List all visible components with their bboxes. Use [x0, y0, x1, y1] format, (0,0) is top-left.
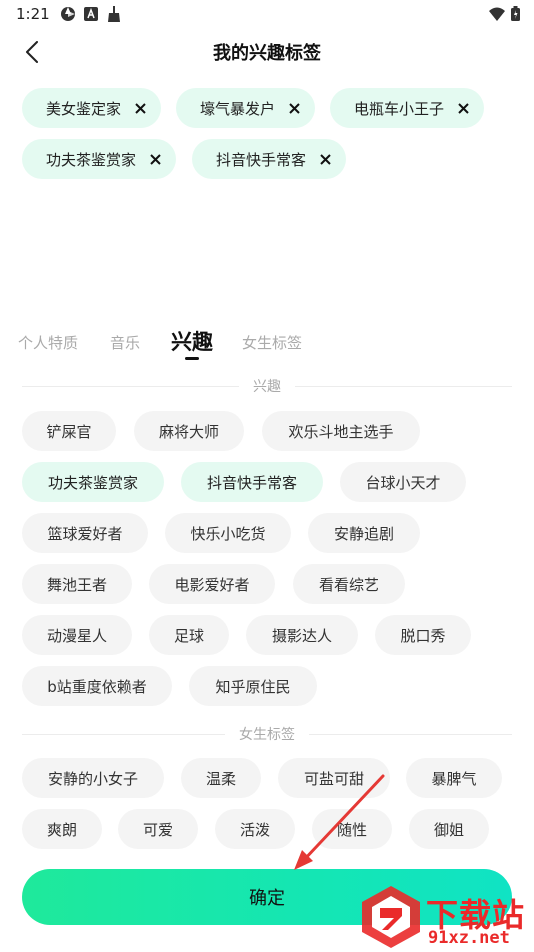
selected-tag[interactable]: 功夫茶鉴赏家 [22, 139, 177, 179]
tag-chip[interactable]: 篮球爱好者 [22, 513, 148, 553]
tab-girl-tags[interactable]: 女生标签 [242, 332, 302, 353]
tag-chip[interactable]: 御姐 [409, 809, 489, 849]
category-tabs: 个人特质 音乐 兴趣 女生标签 [0, 326, 534, 362]
close-icon [319, 153, 331, 165]
tag-chip[interactable]: 知乎原住民 [189, 666, 317, 706]
close-icon [288, 102, 300, 114]
active-tab-indicator [185, 357, 199, 360]
remove-tag-button[interactable] [287, 101, 301, 115]
tag-chip[interactable]: 爽朗 [22, 809, 102, 849]
tab-music[interactable]: 音乐 [110, 332, 140, 353]
remove-tag-button[interactable] [148, 152, 162, 166]
remove-tag-button[interactable] [133, 101, 147, 115]
watermark: 下载站 91xz.net [358, 884, 534, 952]
tag-chip[interactable]: 足球 [149, 615, 229, 655]
tag-chip[interactable]: 活泼 [215, 809, 295, 849]
section-title: 兴趣 [253, 379, 281, 395]
section-title: 女生标签 [239, 727, 295, 743]
selected-tag-label: 功夫茶鉴赏家 [46, 150, 137, 169]
tag-chip[interactable]: 安静追剧 [308, 513, 420, 553]
selected-tags-area: 美女鉴定家 壕气暴发户 电瓶车小王子 功夫茶鉴赏家 抖音快手常客 [0, 86, 534, 286]
tag-chip[interactable]: 可爱 [118, 809, 198, 849]
section-header-girl-tags: 女生标签 [22, 724, 512, 744]
broom-icon [108, 6, 120, 22]
selected-tag[interactable]: 美女鉴定家 [22, 88, 162, 128]
selected-tag[interactable]: 电瓶车小王子 [330, 88, 485, 128]
tag-chip[interactable]: 暴脾气 [406, 758, 502, 798]
page-title: 我的兴趣标签 [213, 43, 321, 64]
section-header-interest: 兴趣 [22, 376, 512, 396]
watermark-logo-icon [362, 886, 420, 948]
header: 我的兴趣标签 [0, 30, 534, 74]
tag-chip[interactable]: b站重度依赖者 [22, 666, 172, 706]
selected-tag-label: 美女鉴定家 [46, 99, 122, 118]
font-icon [84, 7, 98, 21]
selected-tag-label: 壕气暴发户 [200, 99, 276, 118]
tag-chip[interactable]: 功夫茶鉴赏家 [22, 462, 164, 502]
aperture-icon [61, 7, 75, 21]
tag-chip[interactable]: 动漫星人 [22, 615, 132, 655]
tag-chip[interactable]: 看看综艺 [293, 564, 405, 604]
tag-chip[interactable]: 快乐小吃货 [165, 513, 291, 553]
tag-chip[interactable]: 欢乐斗地主选手 [262, 411, 420, 451]
tab-personal-traits[interactable]: 个人特质 [18, 332, 78, 353]
tag-chip[interactable]: 可盐可甜 [278, 758, 390, 798]
tag-chip[interactable]: 安静的小女子 [22, 758, 164, 798]
selected-tag[interactable]: 壕气暴发户 [176, 88, 316, 128]
status-bar: 1:21 [0, 0, 534, 30]
tag-chip[interactable]: 脱口秀 [375, 615, 471, 655]
watermark-url: 91xz.net [428, 928, 510, 948]
wifi-icon [489, 7, 505, 21]
tag-chip[interactable]: 铲屎官 [22, 411, 116, 451]
selected-tag[interactable]: 抖音快手常客 [192, 139, 347, 179]
close-icon [457, 102, 469, 114]
tag-chip[interactable]: 抖音快手常客 [181, 462, 323, 502]
close-icon [134, 102, 146, 114]
tab-interest[interactable]: 兴趣 [171, 326, 213, 356]
close-icon [149, 153, 161, 165]
status-time: 1:21 [16, 5, 50, 23]
tag-chip[interactable]: 麻将大师 [134, 411, 244, 451]
remove-tag-button[interactable] [456, 101, 470, 115]
remove-tag-button[interactable] [318, 152, 332, 166]
tag-chip[interactable]: 摄影达人 [246, 615, 358, 655]
tag-chip[interactable]: 舞池王者 [22, 564, 132, 604]
battery-icon [511, 6, 520, 21]
selected-tag-label: 电瓶车小王子 [354, 99, 445, 118]
tag-chip[interactable]: 温柔 [181, 758, 261, 798]
tag-chip[interactable]: 电影爱好者 [149, 564, 275, 604]
selected-tag-label: 抖音快手常客 [216, 150, 307, 169]
tag-chip[interactable]: 随性 [312, 809, 392, 849]
tag-chip[interactable]: 台球小天才 [340, 462, 466, 502]
